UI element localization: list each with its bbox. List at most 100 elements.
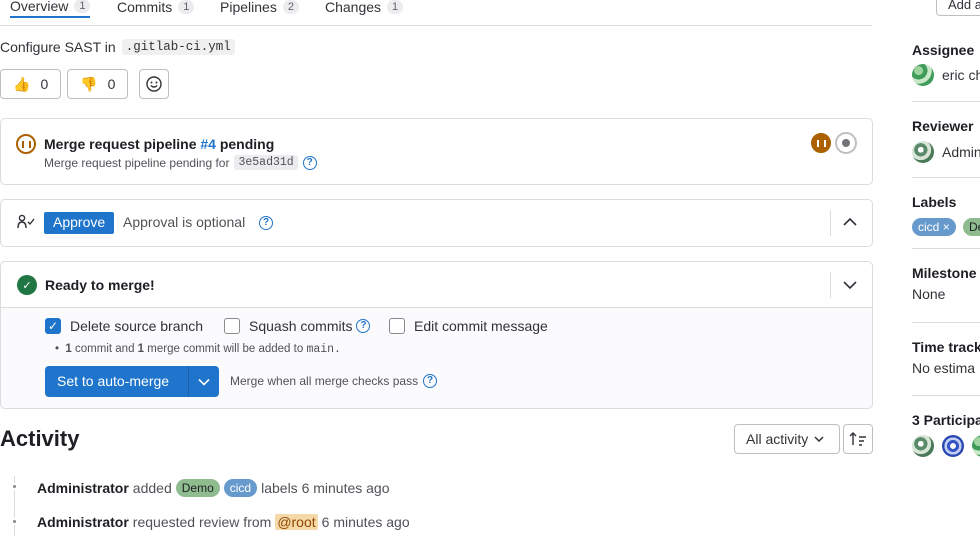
chevron-down-icon (198, 378, 210, 386)
assignee-avatar[interactable] (912, 64, 934, 86)
activity-item: Administrator added Demo cicd labels 6 m… (37, 479, 390, 497)
squash-help-icon[interactable]: ? (356, 319, 371, 333)
pipeline-stage-created-icon[interactable] (835, 132, 857, 154)
activity-item: Administrator requested review from @roo… (37, 514, 410, 530)
pipeline-pending-icon (16, 134, 36, 154)
tab-commits-label: Commits (117, 0, 173, 15)
activity-filter-dropdown[interactable]: All activity (734, 424, 840, 454)
activity-actor[interactable]: Administrator (37, 514, 129, 530)
sidebar-divider (912, 177, 980, 178)
squash-commits-label: Squash commits (249, 318, 353, 334)
sidebar-divider (912, 248, 980, 249)
close-icon[interactable]: × (943, 220, 950, 234)
activity-action: added (132, 480, 172, 496)
edit-commit-message-label: Edit commit message (414, 318, 548, 334)
participants-heading: 3 Participa (912, 412, 980, 428)
approval-optional-text: Approval is optional (123, 214, 246, 230)
sidebar-label-cicd-text: cicd (918, 220, 940, 234)
thumbs-up-icon: 👍 (13, 75, 31, 92)
tab-pipelines-label: Pipelines (220, 0, 277, 15)
note-text-2: merge commit will be added to (147, 343, 304, 355)
checkbox-unchecked-icon[interactable] (224, 318, 240, 334)
add-reaction-button[interactable] (139, 69, 170, 99)
tab-pipelines[interactable]: Pipelines 2 (220, 0, 299, 18)
pipeline-stage-pending-icon[interactable] (811, 133, 831, 153)
description-code: .gitlab-ci.yml (121, 39, 235, 55)
reviewer-avatar[interactable] (912, 141, 934, 163)
edit-commit-message-checkbox[interactable]: Edit commit message (389, 318, 548, 334)
pipeline-subtitle-text: Merge request pipeline pending for (44, 155, 230, 170)
add-button[interactable]: Add a (936, 0, 980, 16)
smiley-icon (146, 76, 163, 92)
delete-source-branch-checkbox[interactable]: ✓ Delete source branch (45, 318, 203, 334)
pipeline-sha[interactable]: 3e5ad31d (234, 155, 298, 170)
pipeline-title-prefix: Merge request pipeline (44, 136, 197, 152)
checkbox-unchecked-icon[interactable] (389, 318, 405, 334)
activity-actor[interactable]: Administrator (37, 480, 129, 496)
tab-commits[interactable]: Commits 1 (117, 0, 195, 18)
thumbs-down-count: 0 (107, 76, 116, 92)
tab-changes-count: 1 (387, 0, 404, 14)
checkbox-checked-icon[interactable]: ✓ (45, 318, 61, 334)
user-mention[interactable]: @root (275, 514, 318, 530)
sort-order-button[interactable] (843, 424, 873, 454)
divider (830, 210, 831, 236)
tab-overview-count: 1 (74, 0, 91, 13)
participant-avatar[interactable] (942, 435, 964, 457)
milestone-heading: Milestone (912, 265, 977, 281)
label-cicd[interactable]: cicd (223, 479, 258, 497)
bullet-icon: • (55, 343, 66, 355)
thumbs-down-icon: 👎 (80, 75, 98, 92)
description-text: Configure SAST in (0, 39, 116, 55)
merge-checks-help-icon[interactable]: ? (423, 374, 438, 388)
sidebar-label-cicd[interactable]: cicd × (912, 218, 956, 236)
divider (830, 272, 831, 298)
set-to-auto-merge-button[interactable]: Set to auto-merge (45, 366, 188, 397)
assignee-heading: Assignee (912, 42, 975, 58)
pipeline-link[interactable]: #4 (200, 136, 216, 152)
tab-changes-label: Changes (325, 0, 382, 15)
tab-overview-label: Overview (10, 0, 69, 14)
sidebar-label-demo[interactable]: De (963, 218, 980, 236)
merge-when-text: Merge when all merge checks pass ? (230, 374, 438, 388)
thumbs-up-button[interactable]: 👍 0 (0, 69, 62, 99)
activity-heading: Activity (0, 426, 80, 451)
merge-options-dropdown[interactable] (188, 366, 219, 397)
merge-when-label: Merge when all merge checks pass (230, 374, 419, 388)
sort-lowest-icon (849, 432, 866, 446)
sidebar-divider (912, 395, 980, 396)
approval-user-check-icon (17, 214, 35, 229)
participant-avatar[interactable] (972, 435, 980, 457)
tab-changes[interactable]: Changes 1 (325, 0, 404, 18)
merge-commit-count: 1 (137, 343, 145, 355)
activity-filter-label: All activity (746, 431, 809, 447)
time-tracking-value: No estima (912, 360, 976, 376)
chevron-down-icon[interactable] (843, 280, 857, 290)
timeline-dot-icon (11, 518, 18, 525)
pipeline-title: Merge request pipeline #4 pending (44, 136, 274, 152)
commit-count: 1 (65, 343, 72, 355)
chevron-down-icon (814, 436, 824, 442)
approval-help-icon[interactable]: ? (259, 216, 273, 230)
auto-merge-split-button: Set to auto-merge (45, 366, 219, 397)
pipeline-title-suffix: pending (219, 136, 275, 152)
tab-overview[interactable]: Overview 1 (10, 0, 91, 18)
assignee-name[interactable]: eric ch (942, 67, 980, 83)
chevron-up-icon[interactable] (843, 217, 857, 227)
sidebar-divider (912, 101, 980, 102)
reviewer-name[interactable]: Admin (942, 144, 980, 160)
tab-commits-count: 1 (178, 0, 195, 14)
sidebar-divider (912, 322, 980, 323)
reactions-bar: 👍 0 👎 0 (0, 69, 170, 99)
merge-request-tabs: Overview 1 Commits 1 Pipelines 2 Changes… (0, 0, 872, 26)
label-demo[interactable]: Demo (175, 479, 220, 497)
participant-avatar[interactable] (912, 435, 934, 457)
help-icon[interactable]: ? (302, 155, 317, 170)
squash-commits-checkbox[interactable]: Squash commits ? (224, 318, 371, 334)
reviewer-heading: Reviewer (912, 118, 974, 134)
pipeline-subtitle: Merge request pipeline pending for 3e5ad… (44, 155, 317, 170)
thumbs-down-button[interactable]: 👎 0 (67, 69, 129, 99)
approve-button[interactable]: Approve (44, 212, 115, 234)
tab-pipelines-count: 2 (282, 0, 299, 14)
activity-time: labels 6 minutes ago (261, 480, 390, 496)
